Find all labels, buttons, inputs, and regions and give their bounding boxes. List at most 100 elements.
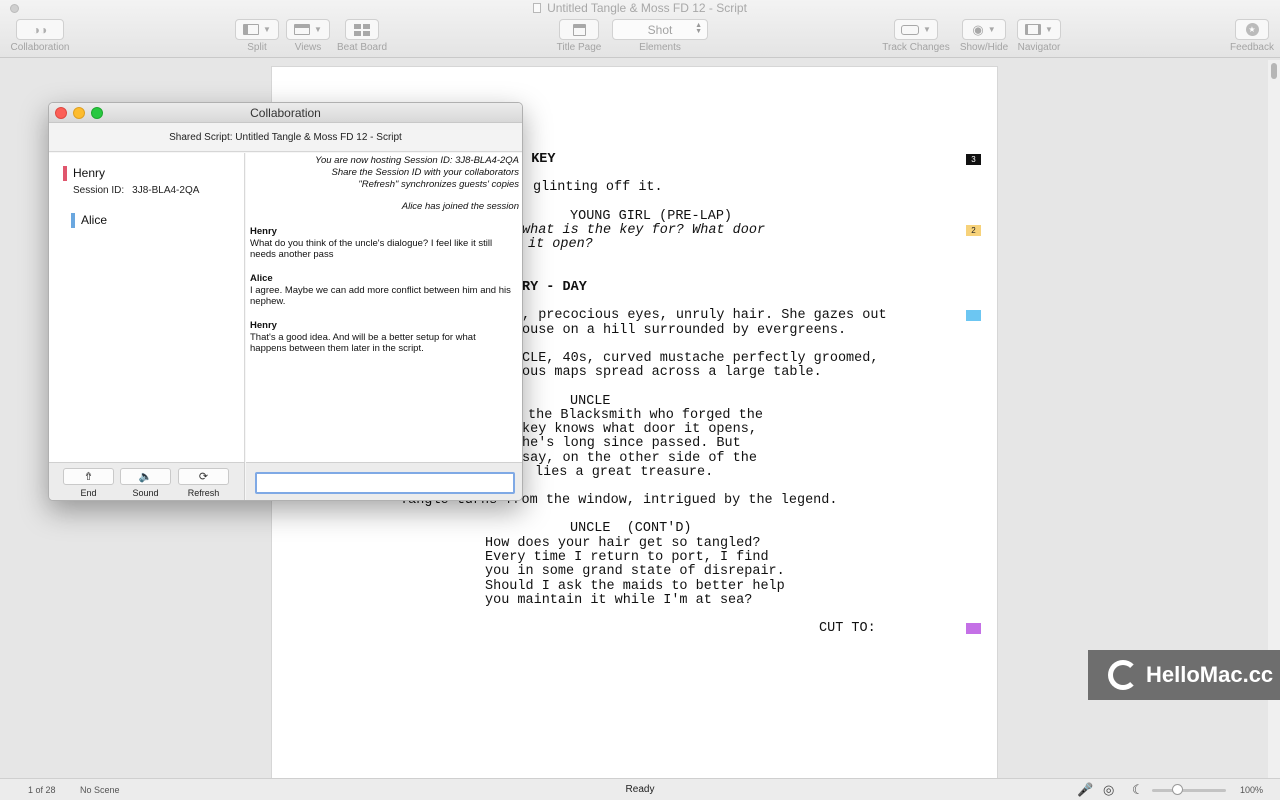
- views-button[interactable]: ▼: [286, 19, 330, 40]
- script-line[interactable]: , precocious eyes, unruly hair. She gaze…: [522, 308, 887, 323]
- end-button[interactable]: ⇮: [63, 468, 114, 485]
- feedback-icon: ★: [1245, 23, 1259, 36]
- script-line[interactable]: ouse on a hill surrounded by evergreens.: [522, 323, 846, 338]
- system-line: "Refresh" synchronizes guests' copies: [358, 179, 519, 190]
- collaboration-tool[interactable]: ◑◑ Collaboration: [8, 19, 72, 53]
- collaboration-title: Collaboration: [250, 106, 321, 120]
- feedback-button[interactable]: ★: [1235, 19, 1269, 40]
- session-id-row: Session ID: 3J8-BLA4-2QA: [73, 185, 199, 196]
- script-line[interactable]: ous maps spread across a large table.: [522, 365, 822, 380]
- users-list: Henry Session ID: 3J8-BLA4-2QA Alice: [49, 153, 245, 462]
- beat-board-button[interactable]: [345, 19, 379, 40]
- script-line[interactable]: he's long since passed. But: [522, 436, 741, 451]
- close-button[interactable]: [55, 107, 67, 119]
- minimize-button[interactable]: [73, 107, 85, 119]
- status-bar: 1 of 28 No Scene Ready 🎤 ◎ ☾ 100%: [0, 778, 1280, 800]
- beat-board-tool[interactable]: Beat Board: [336, 19, 388, 53]
- script-line[interactable]: UNCLE (CONT'D): [570, 521, 692, 536]
- message-author: Henry: [250, 320, 277, 331]
- end-session-icon: ⇮: [83, 471, 94, 483]
- track-changes-icon: [901, 24, 920, 35]
- end-label: End: [80, 488, 97, 498]
- revision-marker-black[interactable]: 3: [966, 154, 981, 165]
- shared-script-header: Shared Script: Untitled Tangle & Moss FD…: [49, 123, 522, 152]
- show-hide-tool[interactable]: ◉ ▼ Show/Hide: [957, 19, 1011, 53]
- title-page-label: Title Page: [556, 42, 602, 53]
- chat-compose: [246, 462, 522, 500]
- elements-select[interactable]: Shot ▲ ▼: [612, 19, 708, 40]
- script-line[interactable]: CUT TO:: [819, 621, 876, 636]
- comment-marker-purple[interactable]: [966, 623, 981, 634]
- title-page-button[interactable]: [559, 19, 599, 40]
- element-value: Shot: [647, 22, 673, 37]
- split-icon: [243, 24, 260, 35]
- stepper-icon: ▲ ▼: [695, 22, 702, 35]
- watermark-text: HelloMac.cc: [1146, 662, 1274, 687]
- chat-input[interactable]: [255, 472, 515, 494]
- scroll-thumb[interactable]: [1271, 63, 1277, 79]
- zoom-slider-knob[interactable]: [1172, 784, 1183, 795]
- message-author: Henry: [250, 226, 277, 237]
- target-icon[interactable]: ◎: [1103, 782, 1114, 798]
- script-line[interactable]: glinting off it.: [533, 180, 663, 195]
- show-hide-button[interactable]: ◉ ▼: [962, 19, 1006, 40]
- eye-icon: ◉: [972, 21, 984, 37]
- join-notice: Alice has joined the session: [401, 201, 519, 212]
- script-line[interactable]: RY - DAY: [522, 280, 587, 295]
- revision-marker-yellow[interactable]: 2: [966, 225, 981, 236]
- document-icon: [533, 3, 542, 13]
- night-mode-icon[interactable]: ☾: [1132, 782, 1144, 798]
- navigator-button[interactable]: ▼: [1017, 19, 1061, 40]
- collaboration-label: Collaboration: [10, 42, 70, 53]
- navigator-icon: [1025, 24, 1042, 35]
- beat-board-label: Beat Board: [336, 42, 388, 53]
- refresh-session[interactable]: ⟳ Refresh: [178, 468, 229, 498]
- refresh-button[interactable]: ⟳: [178, 468, 229, 485]
- navigator-tool[interactable]: ▼ Navigator: [1016, 19, 1062, 53]
- microphone-icon[interactable]: 🎤: [1077, 782, 1093, 798]
- script-line[interactable]: you in some grand state of disrepair.: [485, 564, 785, 579]
- feedback-tool[interactable]: ★ Feedback: [1228, 19, 1276, 53]
- track-changes-button[interactable]: ▼: [894, 19, 938, 40]
- sound-toggle[interactable]: 🔈 Sound: [120, 468, 171, 498]
- script-line[interactable]: lies a great treasure.: [535, 465, 713, 480]
- split-tool[interactable]: ▼ Split: [235, 19, 279, 53]
- session-id-value: 3J8-BLA4-2QA: [132, 185, 200, 196]
- views-tool[interactable]: ▼ Views: [286, 19, 330, 53]
- track-changes-label: Track Changes: [882, 42, 950, 53]
- chevron-down-icon: ▼: [923, 25, 931, 34]
- user-color-bar: [63, 166, 67, 181]
- end-session[interactable]: ⇮ End: [63, 468, 114, 498]
- split-button[interactable]: ▼: [235, 19, 279, 40]
- sound-button[interactable]: 🔈: [120, 468, 171, 485]
- feedback-label: Feedback: [1230, 42, 1274, 53]
- watermark: HelloMac.cc: [1088, 650, 1280, 700]
- elements-tool[interactable]: Shot ▲ ▼ Elements: [612, 19, 708, 53]
- script-line[interactable]: it open?: [528, 237, 593, 252]
- chevron-down-icon: ▼: [314, 25, 322, 34]
- script-line[interactable]: you maintain it while I'm at sea?: [485, 593, 752, 608]
- title-page-tool[interactable]: Title Page: [556, 19, 602, 53]
- user-name: Alice: [81, 213, 108, 227]
- people-icon: ◑◑: [32, 22, 48, 37]
- system-line: You are now hosting Session ID: 3J8-BLA4…: [315, 155, 519, 166]
- collaboration-button[interactable]: ◑◑: [16, 19, 64, 40]
- collaboration-titlebar: Collaboration: [49, 103, 522, 123]
- message-text: What do you think of the uncle's dialogu…: [250, 237, 493, 261]
- watermark-logo-icon: [1108, 660, 1138, 690]
- track-changes-tool[interactable]: ▼ Track Changes: [880, 19, 952, 53]
- comment-marker-blue[interactable]: [966, 310, 981, 321]
- views-icon: [294, 24, 311, 35]
- toolbar: Untitled Tangle & Moss FD 12 - Script ◑◑…: [0, 0, 1280, 58]
- navigator-label: Navigator: [1017, 42, 1061, 53]
- elements-label: Elements: [639, 42, 681, 53]
- session-id-label: Session ID:: [73, 185, 125, 196]
- chat-message: Henry What do you think of the uncle's d…: [250, 226, 512, 261]
- session-info: You are now hosting Session ID: 3J8-BLA4…: [315, 155, 519, 191]
- show-hide-label: Show/Hide: [959, 42, 1009, 53]
- zoom-slider[interactable]: [1152, 789, 1226, 792]
- title-page-icon: [572, 23, 586, 36]
- zoom-button[interactable]: [91, 107, 103, 119]
- refresh-icon: ⟳: [198, 471, 209, 483]
- chat-message: Alice I agree. Maybe we can add more con…: [250, 273, 512, 308]
